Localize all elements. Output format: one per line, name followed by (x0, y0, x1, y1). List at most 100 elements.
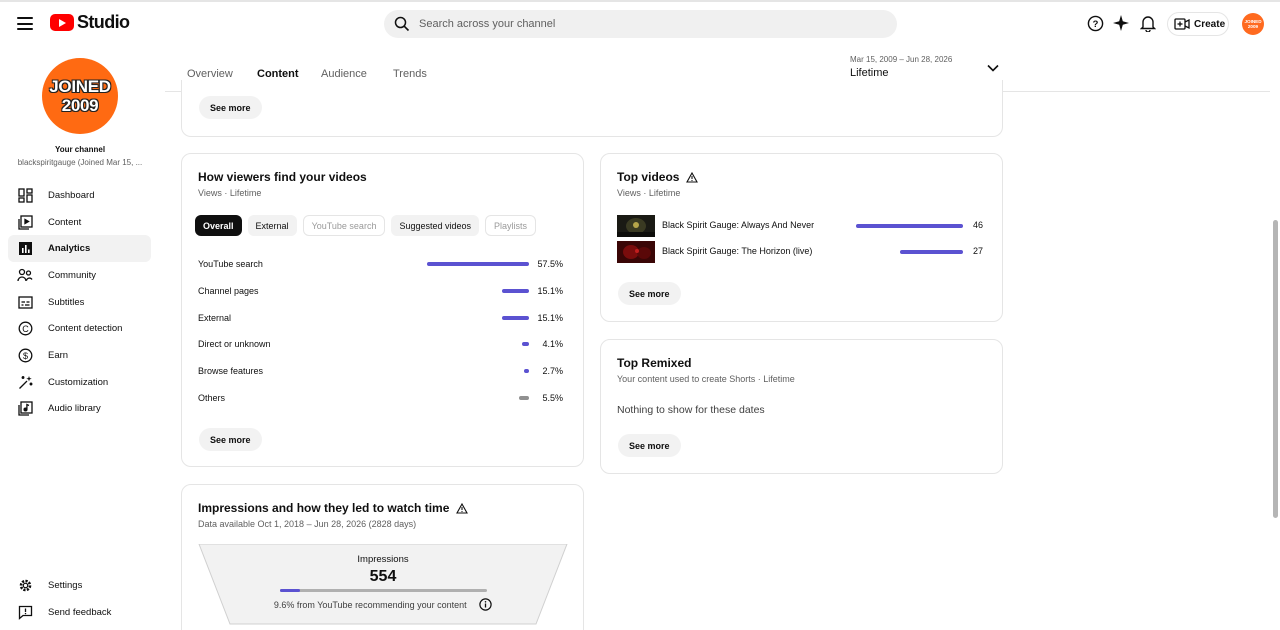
search-bar[interactable] (384, 10, 897, 38)
sidebar-item-customization[interactable]: Customization (8, 369, 151, 396)
card-subtitle: Data available Oct 1, 2018 – Jun 28, 202… (198, 519, 417, 529)
notifications-icon[interactable] (1139, 14, 1157, 32)
community-icon (17, 267, 33, 283)
video-title[interactable]: Black Spirit Gauge: The Horizon (live) (662, 246, 812, 256)
video-row[interactable]: Black Spirit Gauge: The Horizon (live) 2… (617, 241, 983, 263)
sidebar-bottom-nav: Settings Send feedback (8, 572, 151, 625)
video-thumbnail[interactable] (617, 241, 655, 263)
create-label: Create (1194, 18, 1226, 30)
chip-playlists[interactable]: Playlists (485, 215, 537, 236)
sidebar-item-label: Earn (48, 349, 69, 361)
dashboard-icon (17, 187, 33, 203)
chevron-down-icon[interactable] (987, 64, 999, 72)
content-icon (17, 214, 33, 230)
see-more-button[interactable]: See more (618, 282, 681, 305)
traffic-source-label: Others (198, 393, 226, 403)
video-row[interactable]: Black Spirit Gauge: Always And Never 46 (617, 215, 983, 237)
traffic-source-label: Direct or unknown (198, 339, 271, 349)
sidebar-item-earn[interactable]: $ Earn (8, 342, 151, 369)
video-thumbnail[interactable] (617, 215, 655, 237)
sidebar: JOINED 2009 Your channel blackspiritgaug… (0, 44, 165, 630)
sidebar-item-analytics[interactable]: Analytics (8, 235, 151, 263)
warning-icon[interactable] (686, 171, 699, 183)
svg-text:C: C (22, 324, 29, 334)
chip-external[interactable]: External (247, 215, 297, 236)
traffic-source-value: 15.1% (537, 313, 563, 323)
tab-trends[interactable]: Trends (393, 68, 427, 80)
tab-overview[interactable]: Overview (187, 68, 233, 80)
see-more-button[interactable]: See more (199, 428, 262, 451)
sidebar-item-audio-library[interactable]: Audio library (8, 396, 151, 423)
date-range-dates: Mar 15, 2009 – Jun 28, 2026 (850, 55, 953, 64)
recommendation-bar-fill (280, 589, 300, 592)
sidebar-item-label: Audio library (48, 403, 101, 415)
traffic-source-label: Browse features (198, 366, 264, 376)
help-icon[interactable]: ? (1086, 14, 1104, 32)
traffic-source-value: 5.5% (542, 393, 563, 403)
card-title-row: Impressions and how they led to watch ti… (198, 501, 469, 515)
sidebar-item-label: Content detection (48, 323, 123, 335)
create-button[interactable]: Create (1167, 12, 1229, 36)
info-icon[interactable] (479, 598, 492, 611)
traffic-source-bar (427, 262, 529, 266)
traffic-source-row: YouTube search 57.5% (198, 257, 563, 271)
search-input[interactable] (419, 18, 859, 30)
date-range-selector[interactable]: Mar 15, 2009 – Jun 28, 2026 Lifetime (850, 55, 952, 79)
traffic-chips: Overall External YouTube search Suggeste… (195, 215, 542, 236)
see-more-button[interactable]: See more (199, 96, 262, 119)
sidebar-item-community[interactable]: Community (8, 262, 151, 289)
sidebar-item-send-feedback[interactable]: Send feedback (8, 599, 151, 626)
traffic-source-bar (524, 369, 529, 373)
scrollbar-thumb[interactable] (1273, 220, 1278, 518)
sidebar-item-content-detection[interactable]: C Content detection (8, 315, 151, 342)
channel-subtitle: blackspiritgauge (Joined Mar 15, ... (17, 158, 143, 167)
account-avatar[interactable]: JOINED 2009 (1242, 13, 1264, 35)
funnel-note: 9.6% from YouTube recommending your cont… (198, 598, 568, 611)
menu-icon[interactable] (17, 17, 33, 30)
traffic-sources-card: How viewers find your videos Views · Lif… (181, 153, 584, 467)
top-videos-card: Top videos Views · Lifetime Black Spirit… (600, 153, 1003, 322)
customization-icon (17, 374, 33, 390)
page-scrollbar[interactable] (1270, 44, 1280, 630)
svg-text:?: ? (1092, 18, 1098, 29)
traffic-source-bar (502, 316, 529, 320)
top-bar: Studio ? Create JOINED 2009 (0, 0, 1280, 44)
video-title[interactable]: Black Spirit Gauge: Always And Never (662, 220, 814, 230)
traffic-source-row: Browse features 2.7% (198, 364, 563, 378)
sidebar-item-content[interactable]: Content (8, 209, 151, 236)
traffic-source-row: Direct or unknown 4.1% (198, 337, 563, 351)
sidebar-item-label: Customization (48, 376, 109, 388)
sidebar-item-subtitles[interactable]: Subtitles (8, 289, 151, 316)
chip-overall[interactable]: Overall (195, 215, 242, 236)
youtube-logo-icon (50, 14, 74, 31)
see-more-button[interactable]: See more (618, 434, 681, 457)
studio-logo[interactable]: Studio (50, 12, 130, 33)
warning-icon[interactable] (456, 502, 469, 514)
chip-suggested-videos[interactable]: Suggested videos (391, 215, 480, 236)
traffic-source-label: YouTube search (198, 259, 263, 269)
tab-content[interactable]: Content (257, 68, 299, 80)
svg-text:$: $ (22, 351, 27, 361)
sidebar-item-label: Community (48, 269, 97, 281)
sidebar-item-dashboard[interactable]: Dashboard (8, 182, 151, 209)
analytics-icon (17, 241, 33, 257)
sidebar-item-label: Subtitles (48, 296, 85, 308)
previous-card: See more (181, 80, 1003, 137)
video-views: 46 (972, 220, 983, 230)
traffic-source-value: 15.1% (537, 286, 563, 296)
sidebar-nav: Dashboard Content Analytics Community Su… (8, 182, 151, 422)
your-channel-title: Your channel (54, 145, 106, 154)
sidebar-item-settings[interactable]: Settings (8, 572, 151, 599)
chip-youtube-search[interactable]: YouTube search (302, 215, 386, 236)
sparkle-icon[interactable] (1112, 14, 1130, 32)
funnel-label: Impressions (357, 554, 409, 565)
impressions-card: Impressions and how they led to watch ti… (181, 484, 584, 630)
search-icon (394, 16, 410, 32)
account-avatar-text: JOINED 2009 (1244, 19, 1262, 29)
channel-avatar[interactable]: JOINED 2009 (42, 58, 118, 134)
traffic-source-bar (521, 342, 529, 346)
date-range-label: Lifetime (850, 67, 889, 79)
card-subtitle: Views · Lifetime (617, 188, 681, 198)
traffic-source-value: 4.1% (542, 339, 563, 349)
tab-audience[interactable]: Audience (321, 68, 367, 80)
